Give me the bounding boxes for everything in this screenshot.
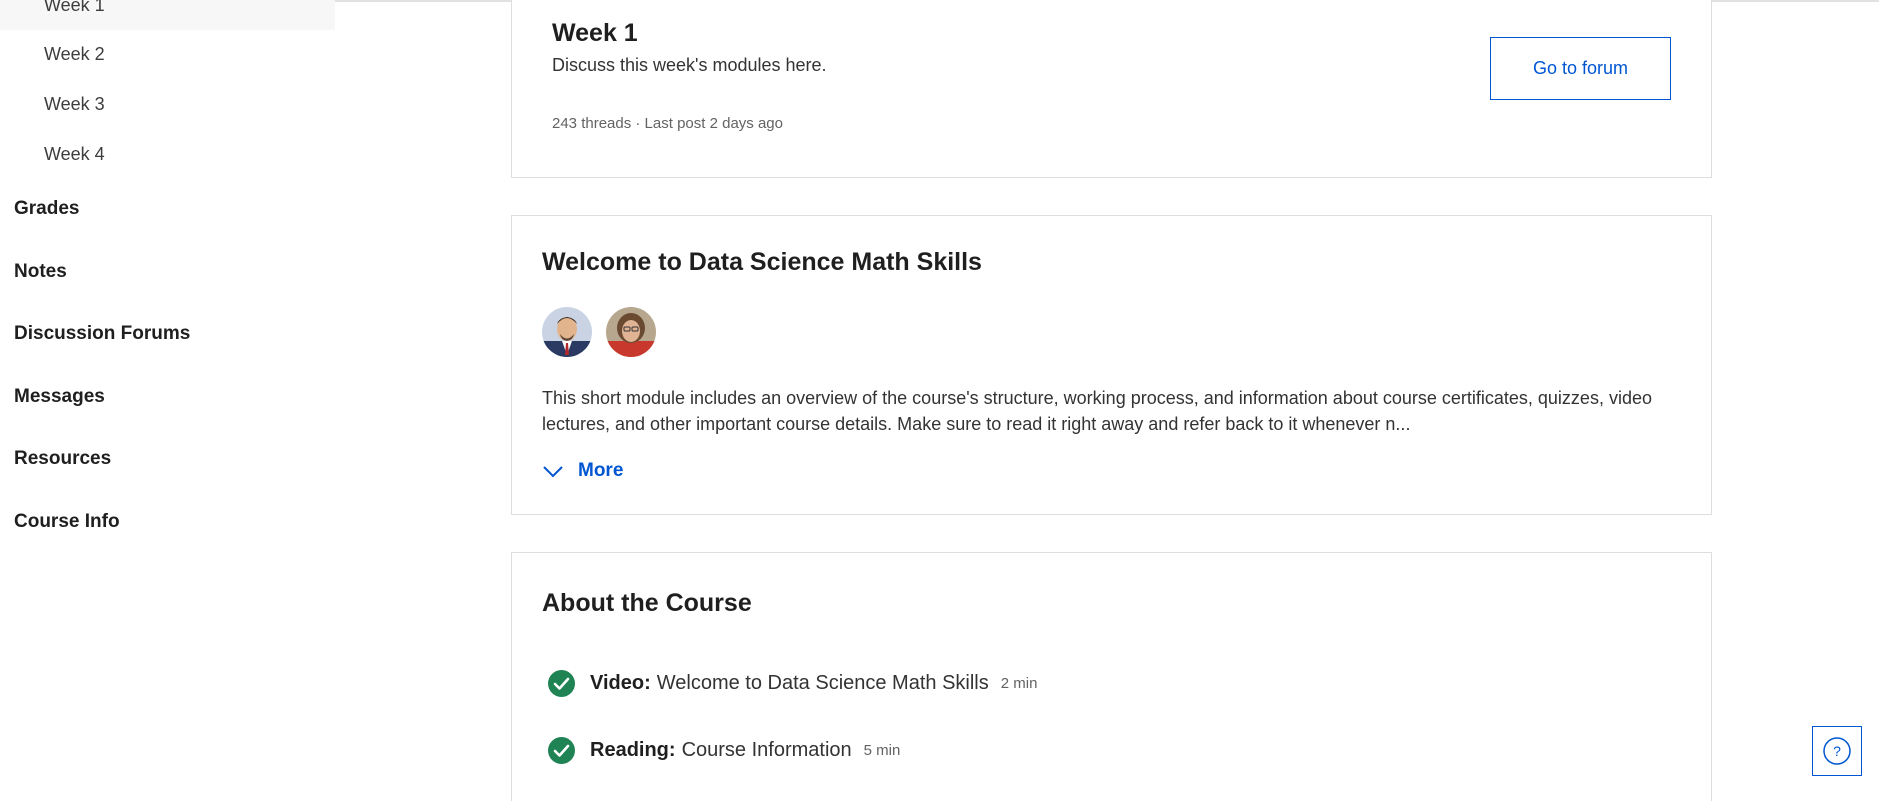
help-icon: ? <box>1823 737 1851 765</box>
sidebar-item-resources[interactable]: Resources <box>14 448 111 470</box>
lesson-duration: 5 min <box>863 742 901 759</box>
lesson-item-reading[interactable]: Reading: Course Information 5 min <box>548 737 900 764</box>
lesson-type: Reading: <box>590 739 676 761</box>
forum-description: Discuss this week's modules here. <box>552 55 827 75</box>
instructor-avatars <box>542 307 656 357</box>
sidebar-item-label: Week 1 <box>44 0 105 15</box>
sidebar-item-course-info[interactable]: Course Info <box>14 511 120 533</box>
sidebar-item-week-3[interactable]: Week 3 <box>0 79 335 129</box>
avatar[interactable] <box>606 307 656 357</box>
forum-title: Week 1 <box>552 19 638 47</box>
sidebar-item-week-1[interactable]: Week 1 <box>0 0 335 30</box>
sidebar-item-grades[interactable]: Grades <box>14 198 79 220</box>
chevron-down-icon <box>543 466 563 478</box>
welcome-description: This short module includes an overview o… <box>542 388 1652 434</box>
lesson-name: Welcome to Data Science Math Skills <box>656 672 989 694</box>
avatar[interactable] <box>542 307 592 357</box>
more-toggle[interactable]: More <box>542 460 623 482</box>
sidebar-item-week-4[interactable]: Week 4 <box>0 129 335 179</box>
lesson-duration: 2 min <box>1000 675 1038 692</box>
forum-meta: 243 threads · Last post 2 days ago <box>552 115 783 132</box>
lesson-type: Video: <box>590 672 651 694</box>
forum-card: Week 1 Discuss this week's modules here.… <box>511 0 1712 178</box>
lesson-item-video[interactable]: Video: Welcome to Data Science Math Skil… <box>548 670 1037 697</box>
sidebar: Week 1 Week 2 Week 3 Week 4 Grades Notes… <box>0 0 340 801</box>
sidebar-item-discussion-forums[interactable]: Discussion Forums <box>14 323 190 345</box>
welcome-card: Welcome to Data Science Math Skills This… <box>511 215 1712 515</box>
sidebar-item-label: Week 4 <box>44 143 105 164</box>
check-circle-icon <box>548 670 575 697</box>
sidebar-item-notes[interactable]: Notes <box>14 261 67 283</box>
go-to-forum-button[interactable]: Go to forum <box>1490 37 1671 100</box>
more-label: More <box>578 460 624 481</box>
sidebar-item-week-2[interactable]: Week 2 <box>0 29 335 79</box>
check-circle-icon <box>548 737 575 764</box>
help-button[interactable]: ? <box>1812 726 1862 776</box>
about-card: About the Course Video: Welcome to Data … <box>511 552 1712 801</box>
sidebar-item-label: Week 2 <box>44 43 105 64</box>
help-label: ? <box>1833 743 1841 759</box>
about-title: About the Course <box>542 589 752 617</box>
sidebar-item-label: Week 3 <box>44 93 105 114</box>
welcome-title: Welcome to Data Science Math Skills <box>542 248 982 276</box>
sidebar-item-messages[interactable]: Messages <box>14 386 105 408</box>
lesson-name: Course Information <box>681 739 852 761</box>
